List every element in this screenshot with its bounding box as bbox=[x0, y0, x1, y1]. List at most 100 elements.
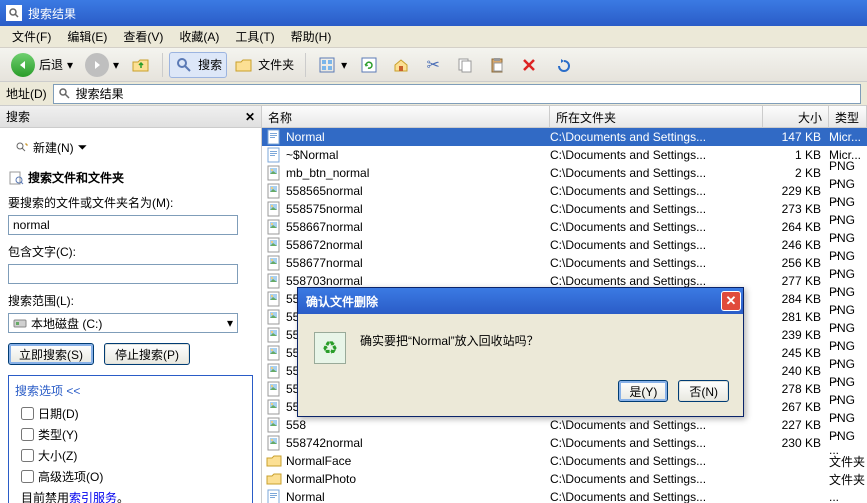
toolbar: 后退 ▾ ▾ 搜索 文件夹 ▾ ✂ bbox=[0, 48, 867, 82]
refresh-button[interactable] bbox=[354, 52, 384, 78]
views-button[interactable]: ▾ bbox=[312, 52, 352, 78]
file-icon bbox=[266, 327, 282, 343]
new-search-button[interactable]: 新建(N) ⏷ bbox=[8, 136, 94, 159]
paste-button[interactable] bbox=[482, 52, 512, 78]
new-icon bbox=[15, 141, 29, 155]
window-titlebar: 搜索结果 bbox=[0, 0, 867, 26]
folder-up-icon bbox=[131, 55, 151, 75]
menu-help[interactable]: 帮助(H) bbox=[283, 26, 340, 47]
file-icon bbox=[266, 417, 282, 433]
dialog-close-button[interactable]: ✕ bbox=[721, 291, 741, 311]
table-row[interactable]: mb_btn_normalC:\Documents and Settings..… bbox=[262, 164, 867, 182]
file-icon bbox=[266, 273, 282, 289]
file-icon bbox=[266, 291, 282, 307]
search-results-icon bbox=[6, 5, 22, 21]
address-label: 地址(D) bbox=[6, 85, 47, 102]
file-icon bbox=[266, 435, 282, 451]
table-row[interactable]: 558677normalC:\Documents and Settings...… bbox=[262, 254, 867, 272]
table-row[interactable]: 558667normalC:\Documents and Settings...… bbox=[262, 218, 867, 236]
home-icon bbox=[391, 55, 411, 75]
delete-icon bbox=[519, 55, 539, 75]
table-row[interactable]: NormalFaceC:\Documents and Settings...文件… bbox=[262, 452, 867, 470]
search-icon bbox=[174, 55, 194, 75]
views-icon bbox=[317, 55, 337, 75]
table-row[interactable]: 558C:\Documents and Settings...227 KBPNG… bbox=[262, 416, 867, 434]
opt-date[interactable]: 日期(D) bbox=[21, 403, 246, 424]
address-input[interactable]: 搜索结果 bbox=[53, 84, 861, 104]
table-row[interactable]: 558565normalC:\Documents and Settings...… bbox=[262, 182, 867, 200]
dialog-titlebar[interactable]: 确认文件删除 ✕ bbox=[298, 288, 743, 314]
table-row[interactable]: 558742normalC:\Documents and Settings...… bbox=[262, 434, 867, 452]
dialog-no-button[interactable]: 否(N) bbox=[678, 380, 729, 402]
file-icon bbox=[266, 309, 282, 325]
copy-icon bbox=[455, 55, 475, 75]
file-icon bbox=[266, 147, 282, 163]
table-row[interactable]: NormalPhotoC:\Documents and Settings...文… bbox=[262, 470, 867, 488]
forward-button[interactable]: ▾ bbox=[80, 50, 124, 80]
back-icon bbox=[11, 53, 35, 77]
file-icon bbox=[266, 183, 282, 199]
col-folder[interactable]: 所在文件夹 bbox=[550, 106, 763, 127]
address-bar: 地址(D) 搜索结果 bbox=[0, 82, 867, 106]
back-button[interactable]: 后退 ▾ bbox=[6, 50, 78, 80]
file-icon bbox=[266, 165, 282, 181]
file-icon bbox=[266, 381, 282, 397]
col-name[interactable]: 名称 bbox=[262, 106, 550, 127]
menu-favorites[interactable]: 收藏(A) bbox=[171, 26, 227, 47]
table-row[interactable]: ~$NormalC:\Documents and Settings...1 KB… bbox=[262, 146, 867, 164]
search-button[interactable]: 搜索 bbox=[169, 52, 227, 78]
search-sidebar: 搜索 ✕ 新建(N) ⏷ 搜索文件和文件夹 要搜索的文件或文件夹名为(M): 包… bbox=[0, 106, 262, 503]
dialog-message: 确实要把“Normal”放入回收站吗？ bbox=[360, 332, 539, 364]
file-icon bbox=[266, 363, 282, 379]
stop-search-button[interactable]: 停止搜索(P) bbox=[104, 343, 190, 365]
opt-size[interactable]: 大小(Z) bbox=[21, 445, 246, 466]
name-label: 要搜索的文件或文件夹名为(M): bbox=[8, 194, 253, 211]
folders-button[interactable]: 文件夹 bbox=[229, 52, 299, 78]
table-row[interactable]: 558575normalC:\Documents and Settings...… bbox=[262, 200, 867, 218]
options-toggle[interactable]: 搜索选项 << bbox=[15, 382, 246, 399]
folders-icon bbox=[234, 55, 254, 75]
col-size[interactable]: 大小 bbox=[763, 106, 829, 127]
window-title: 搜索结果 bbox=[28, 5, 76, 22]
search-scope-select[interactable]: 本地磁盘 (C:) ▾ bbox=[8, 313, 238, 333]
menu-view[interactable]: 查看(V) bbox=[115, 26, 171, 47]
recycle-icon: ♻ bbox=[314, 332, 346, 364]
cut-button[interactable]: ✂ bbox=[418, 52, 448, 78]
dialog-yes-button[interactable]: 是(Y) bbox=[618, 380, 668, 402]
opt-advanced[interactable]: 高级选项(O) bbox=[21, 466, 246, 487]
scope-label: 搜索范围(L): bbox=[8, 292, 253, 309]
home-button[interactable] bbox=[386, 52, 416, 78]
search-now-button[interactable]: 立即搜索(S) bbox=[8, 343, 94, 365]
paste-icon bbox=[487, 55, 507, 75]
file-icon bbox=[266, 255, 282, 271]
search-options-panel: 搜索选项 << 日期(D) 类型(Y) 大小(Z) 高级选项(O) 目前禁用索引… bbox=[8, 375, 253, 503]
file-icon bbox=[266, 471, 282, 487]
forward-icon bbox=[85, 53, 109, 77]
file-icon bbox=[266, 453, 282, 469]
chevron-down-icon: ▾ bbox=[227, 316, 233, 330]
copy-button[interactable] bbox=[450, 52, 480, 78]
refresh-icon bbox=[359, 55, 379, 75]
table-row[interactable]: NormalC:\Documents and Settings...147 KB… bbox=[262, 128, 867, 146]
chevron-down-icon: ▾ bbox=[113, 58, 119, 72]
search-results-icon bbox=[58, 87, 72, 101]
sidebar-header: 搜索 ✕ bbox=[0, 106, 261, 128]
menu-file[interactable]: 文件(F) bbox=[4, 26, 59, 47]
table-row[interactable]: 558672normalC:\Documents and Settings...… bbox=[262, 236, 867, 254]
menu-edit[interactable]: 编辑(E) bbox=[59, 26, 115, 47]
undo-button[interactable] bbox=[546, 52, 576, 78]
col-type[interactable]: 类型 bbox=[829, 106, 867, 127]
up-button[interactable] bbox=[126, 52, 156, 78]
table-row[interactable]: NormalC:\Documents and Settings...... bbox=[262, 488, 867, 503]
close-sidebar-button[interactable]: ✕ bbox=[245, 110, 255, 124]
search-name-input[interactable] bbox=[8, 215, 238, 235]
opt-type[interactable]: 类型(Y) bbox=[21, 424, 246, 445]
search-contain-input[interactable] bbox=[8, 264, 238, 284]
scissors-icon: ✂ bbox=[423, 55, 443, 75]
sidebar-title: 搜索 bbox=[6, 108, 30, 125]
chevron-down-icon: ▾ bbox=[341, 58, 347, 72]
index-service-link[interactable]: 索引服务 bbox=[69, 491, 117, 503]
file-icon bbox=[266, 201, 282, 217]
menu-tools[interactable]: 工具(T) bbox=[227, 26, 282, 47]
delete-button[interactable] bbox=[514, 52, 544, 78]
